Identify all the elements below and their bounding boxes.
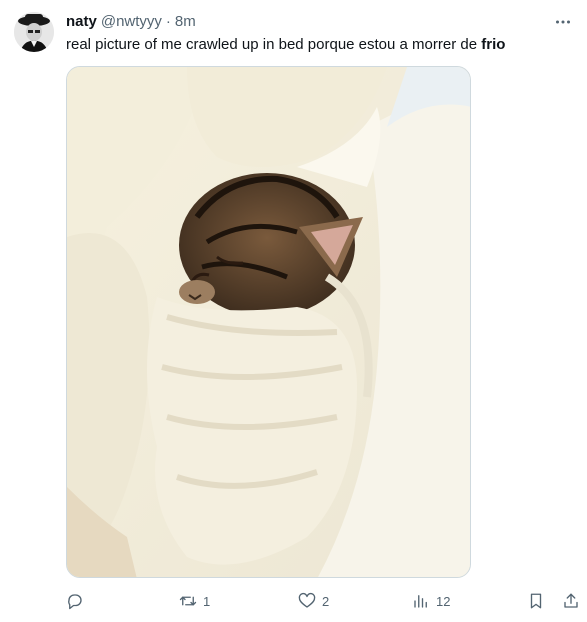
like-button[interactable]: 2 [298, 588, 329, 614]
retweet-count: 1 [203, 593, 211, 609]
retweet-icon [179, 596, 197, 606]
bookmark-button[interactable] [527, 588, 545, 614]
share-icon [564, 593, 578, 608]
reply-icon [68, 594, 82, 610]
tweet-photo[interactable] [66, 66, 471, 578]
share-button[interactable] [562, 588, 580, 614]
user-handle[interactable]: @nwtyyy [101, 12, 162, 32]
heart-icon [298, 592, 316, 608]
separator-dot: · [165, 13, 171, 30]
analytics-icon [414, 595, 427, 608]
more-icon[interactable] [551, 10, 575, 34]
timestamp[interactable]: 8m [175, 12, 196, 32]
reply-button[interactable] [66, 588, 90, 614]
bookmark-icon [530, 593, 542, 609]
retweet-button[interactable]: 1 [179, 588, 210, 614]
display-name[interactable]: naty [66, 12, 97, 32]
like-count: 2 [322, 593, 330, 609]
avatar[interactable] [14, 12, 54, 52]
tweet-header: naty @nwtyyy · 8m [66, 12, 196, 32]
action-bar: 1 2 12 [0, 588, 587, 614]
views-count: 12 [436, 593, 451, 609]
tweet-text-bold: frio [481, 36, 506, 53]
views-button[interactable]: 12 [412, 588, 450, 614]
tweet-text-plain: real picture of me crawled up in bed por… [66, 36, 482, 53]
tweet-card: naty @nwtyyy · 8m real picture of me cra… [0, 0, 587, 622]
tweet-text: real picture of me crawled up in bed por… [66, 35, 571, 55]
